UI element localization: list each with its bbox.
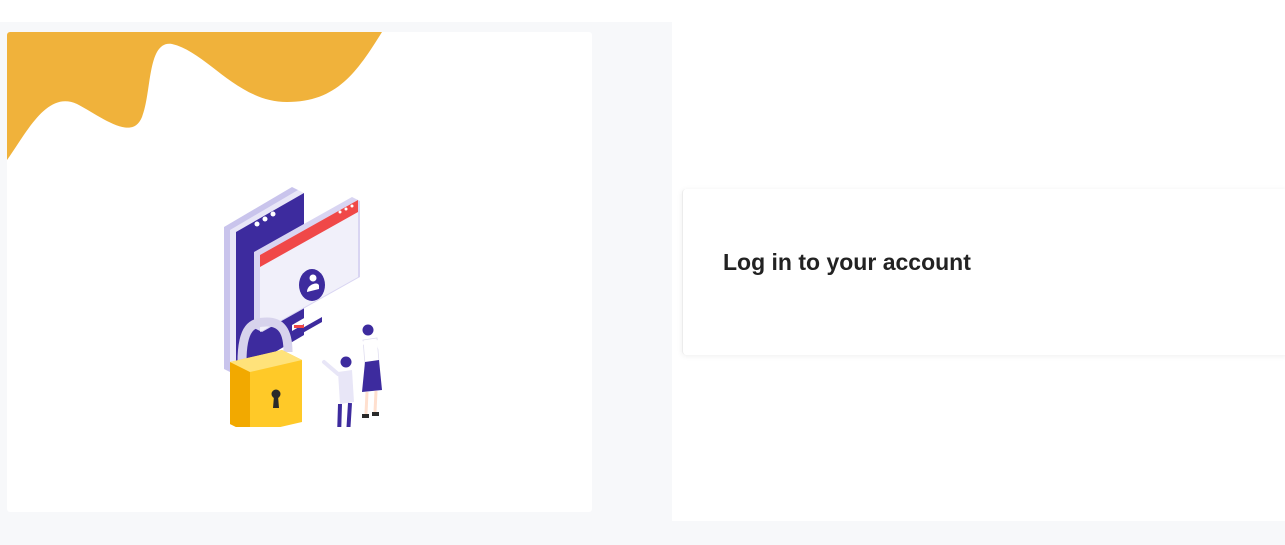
login-card: Log in to your account	[682, 189, 1285, 355]
security-illustration	[224, 187, 386, 427]
illustration-panel	[0, 22, 672, 545]
login-title: Log in to your account	[723, 249, 971, 275]
illustration-card	[7, 32, 592, 512]
bottom-strip	[672, 521, 1285, 545]
login-page: Log in to your account	[0, 0, 1285, 545]
